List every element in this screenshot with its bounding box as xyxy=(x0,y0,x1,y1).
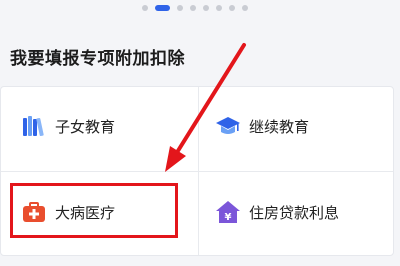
deduction-item-label: 住房贷款利息 xyxy=(249,203,340,222)
deduction-item-label: 继续教育 xyxy=(249,117,310,136)
deduction-item-housing-loan-interest[interactable]: ¥ 住房贷款利息 xyxy=(215,199,339,225)
section-title: 我要填报专项附加扣除 xyxy=(10,49,185,69)
books-icon xyxy=(21,113,47,139)
pager-dot[interactable] xyxy=(142,5,148,11)
pager-dot[interactable] xyxy=(177,5,183,11)
grid-divider xyxy=(1,171,393,172)
grid-divider xyxy=(198,87,199,255)
deduction-item-continuing-education[interactable]: 继续教育 xyxy=(215,113,309,139)
screen: 我要填报专项附加扣除 子女教育 继续教育 大病医疗 ¥ 住房贷款利息 xyxy=(0,0,400,266)
deduction-item-child-education[interactable]: 子女教育 xyxy=(21,113,115,139)
pager-dot[interactable] xyxy=(216,5,222,11)
deduction-item-label: 子女教育 xyxy=(55,117,116,136)
pager-dot-active[interactable] xyxy=(155,5,170,11)
pager-dot[interactable] xyxy=(242,5,248,11)
house-yuan-icon: ¥ xyxy=(215,199,241,225)
carousel-pager xyxy=(142,4,248,12)
pager-dot[interactable] xyxy=(229,5,235,11)
pager-dot[interactable] xyxy=(190,5,196,11)
svg-text:¥: ¥ xyxy=(225,212,232,223)
highlight-box xyxy=(10,183,178,238)
graduation-cap-icon xyxy=(215,113,241,139)
pager-dot[interactable] xyxy=(203,5,209,11)
